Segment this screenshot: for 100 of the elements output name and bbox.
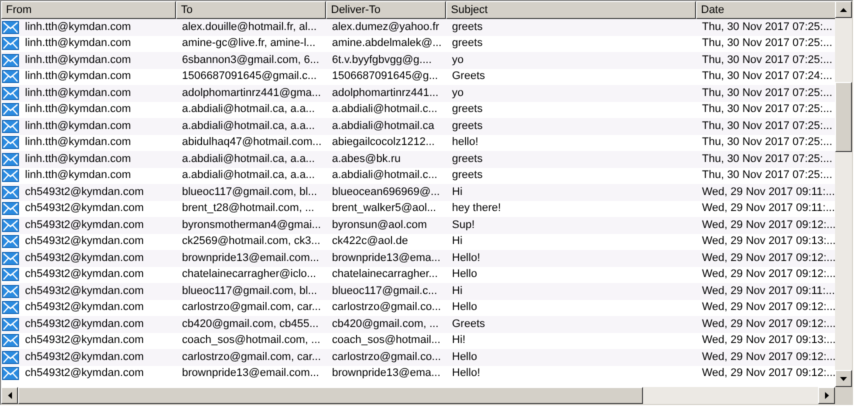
table-cell: greets bbox=[452, 20, 483, 35]
scroll-up-button[interactable] bbox=[835, 1, 852, 18]
table-cell: Wed, 29 Nov 2017 09:12:... bbox=[702, 267, 835, 282]
table-cell: linh.tth@kymdan.com bbox=[25, 52, 131, 68]
table-cell: alex.douille@hotmail.fr, al... bbox=[182, 20, 317, 35]
table-cell: Wed, 29 Nov 2017 09:12:... bbox=[702, 316, 835, 332]
horizontal-scrollbar[interactable] bbox=[1, 387, 835, 404]
table-cell: 6sbannon3@gmail.com, 6... bbox=[182, 52, 320, 68]
table-cell: brent_t28@hotmail.com, ... bbox=[182, 201, 314, 216]
scroll-left-button[interactable] bbox=[1, 387, 18, 404]
table-cell: amine-gc@live.fr, amine-l... bbox=[182, 36, 316, 52]
table-cell: greets bbox=[452, 102, 483, 118]
table-cell: Hi! bbox=[452, 333, 466, 348]
table-cell: carlostrzo@gmail.com, car... bbox=[182, 350, 321, 365]
table-cell: Thu, 30 Nov 2017 07:25:... bbox=[702, 118, 832, 134]
scroll-thumb[interactable] bbox=[835, 82, 852, 152]
table-cell: abidulhaq47@hotmail.com... bbox=[182, 135, 322, 150]
table-cell: Wed, 29 Nov 2017 09:12:... bbox=[702, 218, 835, 233]
table-cell: ch5493t2@kymdan.com bbox=[25, 300, 144, 316]
table-cell: chatelainecarragher@iclo... bbox=[182, 267, 316, 282]
table-cell: ch5493t2@kymdan.com bbox=[25, 234, 144, 250]
table-cell: Hello bbox=[452, 350, 478, 365]
table-cell: a.abdiali@hotmail.c... bbox=[332, 168, 438, 184]
table-cell: ch5493t2@kymdan.com bbox=[25, 218, 144, 233]
table-cell: a.abdiali@hotmail.ca, a.a... bbox=[182, 118, 315, 134]
column-header[interactable]: From bbox=[1, 1, 176, 19]
table-cell: yo bbox=[452, 52, 464, 68]
table-cell: Thu, 30 Nov 2017 07:25:... bbox=[702, 102, 832, 118]
table-cell: ch5493t2@kymdan.com bbox=[25, 333, 144, 348]
table-cell: hey there! bbox=[452, 201, 501, 216]
up-arrow-icon bbox=[840, 8, 847, 12]
table-cell: greets bbox=[452, 168, 483, 184]
table-cell: adolphomartinrz441@gma... bbox=[182, 86, 321, 101]
table-cell: a.abdiali@hotmail.ca, a.a... bbox=[182, 102, 315, 118]
left-arrow-icon bbox=[8, 392, 12, 399]
table-cell: ck422c@aol.de bbox=[332, 234, 408, 250]
column-header[interactable]: Subject bbox=[446, 1, 696, 19]
table-cell: Hello bbox=[452, 300, 478, 316]
table-cell: linh.tth@kymdan.com bbox=[25, 86, 131, 101]
table-cell: Hello! bbox=[452, 250, 480, 266]
table-cell: linh.tth@kymdan.com bbox=[25, 135, 131, 150]
table-cell: 1506687091645@g... bbox=[332, 69, 438, 84]
table-cell: byronsmotherman4@gmai... bbox=[182, 218, 321, 233]
table-cell: a.abdiali@hotmail.ca, a.a... bbox=[182, 168, 315, 184]
right-arrow-icon bbox=[824, 392, 828, 399]
table-cell: hello! bbox=[452, 135, 478, 150]
down-arrow-icon bbox=[840, 376, 847, 380]
table-cell: linh.tth@kymdan.com bbox=[25, 118, 131, 134]
table-cell: linh.tth@kymdan.com bbox=[25, 36, 131, 52]
table-cell: carlostrzo@gmail.com, car... bbox=[182, 300, 321, 316]
table-cell: greets bbox=[452, 118, 483, 134]
table-cell: Hi bbox=[452, 284, 462, 299]
column-header[interactable]: Date bbox=[696, 1, 835, 19]
table-cell: Wed, 29 Nov 2017 09:13:... bbox=[702, 333, 835, 348]
table-cell: blueoc117@gmail.com, bl... bbox=[182, 184, 318, 200]
table-cell: ch5493t2@kymdan.com bbox=[25, 267, 144, 282]
table-cell: linh.tth@kymdan.com bbox=[25, 102, 131, 118]
table-cell: Greets bbox=[452, 69, 486, 84]
table-cell: chatelainecarragher... bbox=[332, 267, 438, 282]
table-cell: Wed, 29 Nov 2017 09:13:... bbox=[702, 234, 835, 250]
table-cell: blueoc117@gmail.com, bl... bbox=[182, 284, 318, 299]
table-cell: blueoc117@gmail.c... bbox=[332, 284, 438, 299]
vertical-scrollbar[interactable] bbox=[835, 1, 852, 387]
table-cell: byronsun@aol.com bbox=[332, 218, 427, 233]
table-cell: brownpride13@ema... bbox=[332, 366, 440, 382]
table-cell: a.abdiali@hotmail.ca bbox=[332, 118, 434, 134]
table-cell: Hi bbox=[452, 184, 462, 200]
table-cell: Thu, 30 Nov 2017 07:25:... bbox=[702, 168, 832, 184]
table-cell: Thu, 30 Nov 2017 07:25:... bbox=[702, 152, 832, 167]
table-cell: blueocean696969@... bbox=[332, 184, 440, 200]
table-cell: amine.abdelmalek@... bbox=[332, 36, 442, 52]
table-cell: brownpride13@ema... bbox=[332, 250, 440, 266]
scrollbar-corner bbox=[835, 387, 852, 404]
table-cell: coach_sos@hotmail.com, ... bbox=[182, 333, 320, 348]
table-cell: Thu, 30 Nov 2017 07:25:... bbox=[702, 135, 832, 150]
table-cell: greets bbox=[452, 152, 483, 167]
table-cell: Hi bbox=[452, 234, 462, 250]
table-cell: ch5493t2@kymdan.com bbox=[25, 201, 144, 216]
table-cell: a.abdiali@hotmail.c... bbox=[332, 102, 438, 118]
table-cell: 6t.v.byyfgbvgg@g.... bbox=[332, 52, 432, 68]
table-cell: cb420@gmail.com, cb455... bbox=[182, 316, 319, 332]
table-cell: ch5493t2@kymdan.com bbox=[25, 184, 144, 200]
scroll-down-button[interactable] bbox=[835, 370, 852, 387]
table-cell: Sup! bbox=[452, 218, 475, 233]
table-cell: brent_walker5@aol... bbox=[332, 201, 436, 216]
table-cell: Thu, 30 Nov 2017 07:25:... bbox=[702, 36, 832, 52]
table-cell: Wed, 29 Nov 2017 09:11:... bbox=[702, 184, 835, 200]
table-cell: abiegailcocolz1212... bbox=[332, 135, 435, 150]
table-cell: ch5493t2@kymdan.com bbox=[25, 350, 144, 365]
table-cell: Wed, 29 Nov 2017 09:11:... bbox=[702, 201, 835, 216]
scroll-thumb[interactable] bbox=[18, 387, 643, 404]
column-header[interactable]: To bbox=[176, 1, 326, 19]
table-cell: cb420@gmail.com, ... bbox=[332, 316, 439, 332]
table-cell: ck2569@hotmail.com, ck3... bbox=[182, 234, 320, 250]
table-cell: Hello bbox=[452, 267, 478, 282]
scroll-right-button[interactable] bbox=[818, 387, 835, 404]
column-header[interactable]: Deliver-To bbox=[326, 1, 446, 19]
table-cell: ch5493t2@kymdan.com bbox=[25, 250, 144, 266]
table-cell: Wed, 29 Nov 2017 09:12:... bbox=[702, 366, 835, 382]
table-cell: coach_sos@hotmail... bbox=[332, 333, 440, 348]
